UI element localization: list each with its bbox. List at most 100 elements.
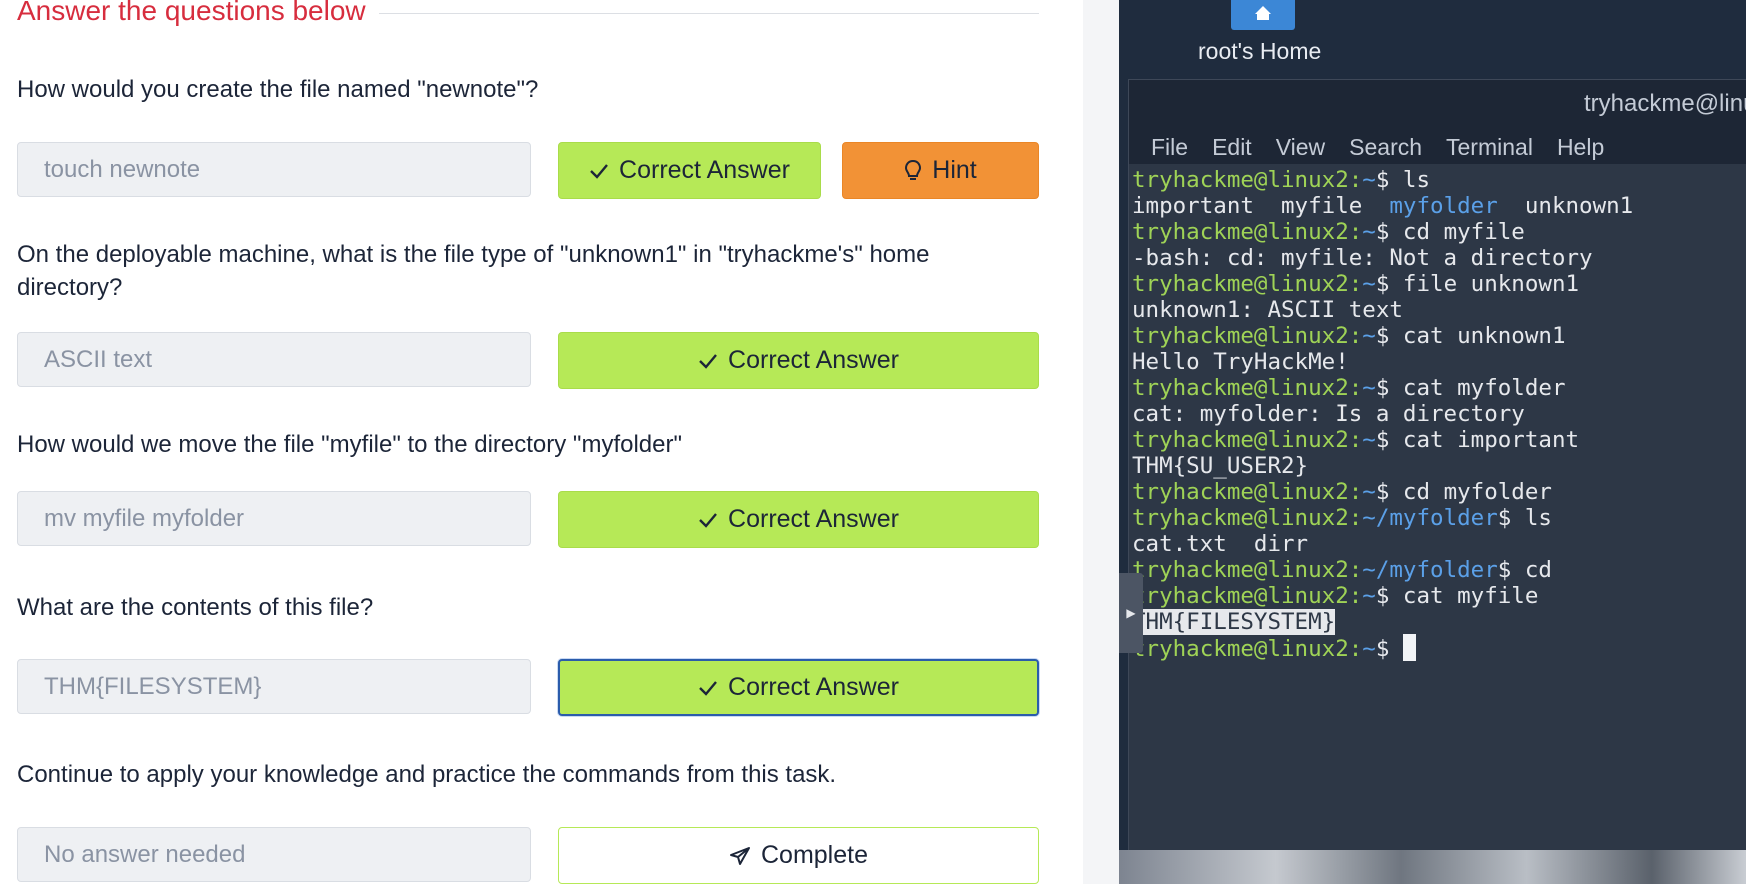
prompt-separator: :: [1348, 636, 1363, 662]
terminal-line: tryhackme@linux2:~$ file unknown1: [1132, 270, 1579, 299]
terminal-line: Hello TryHackMe!: [1132, 348, 1349, 377]
home-folder-icon[interactable]: [1231, 0, 1295, 30]
question-2-correct-answer-button[interactable]: Correct Answer: [558, 332, 1039, 389]
question-4-text: What are the contents of this file?: [17, 594, 374, 621]
terminal-command: cd myfile: [1389, 219, 1525, 245]
terminal-titlebar[interactable]: tryhackme@linux2: ~: [1129, 80, 1746, 126]
prompt-user: tryhackme@linux2: [1132, 375, 1349, 401]
menu-terminal[interactable]: Terminal: [1434, 126, 1545, 164]
prompt-separator: :: [1348, 583, 1363, 609]
prompt-separator: :: [1348, 505, 1363, 531]
ls-directory-entry: myfolder: [1389, 193, 1498, 219]
terminal-output-text: cat: myfolder: Is a directory: [1132, 401, 1525, 427]
question-5-answer-field[interactable]: No answer needed: [17, 827, 531, 882]
prompt-dollar: $: [1375, 271, 1390, 297]
prompt-user: tryhackme@linux2: [1132, 427, 1349, 453]
hint-label: Hint: [932, 156, 977, 184]
terminal-output[interactable]: tryhackme@linux2:~$ ls important myfile m…: [1129, 164, 1746, 854]
terminal-line: -bash: cd: myfile: Not a directory: [1132, 244, 1593, 273]
terminal-line: tryhackme@linux2:~$ ls: [1132, 166, 1430, 195]
terminal-line: tryhackme@linux2:~/myfolder$ ls: [1132, 504, 1552, 533]
prompt-dollar: $: [1375, 636, 1390, 662]
remote-desktop[interactable]: root's Home tryhackme@linux2: ~ File Edi…: [1119, 0, 1746, 884]
question-3-answer-field[interactable]: mv myfile myfolder: [17, 491, 531, 546]
question-2-text: On the deployable machine, what is the f…: [17, 241, 930, 301]
prompt-path: ~: [1362, 323, 1376, 349]
complete-button[interactable]: Complete: [558, 827, 1039, 884]
ls-file-entry: unknown1: [1497, 193, 1634, 219]
question-1-correct-answer-button[interactable]: Correct Answer: [558, 142, 821, 199]
question-5-text: Continue to apply your knowledge and pra…: [17, 761, 837, 788]
prompt-separator: :: [1348, 271, 1363, 297]
prompt-dollar: $: [1375, 219, 1390, 245]
terminal-line: tryhackme@linux2:~$ cat myfile: [1132, 582, 1538, 611]
terminal-line: tryhackme@linux2:~$ cat unknown1: [1132, 322, 1566, 351]
section-heading: Answer the questions below: [17, 0, 366, 26]
home-folder-label[interactable]: root's Home: [1198, 38, 1321, 65]
terminal-command: cat myfolder: [1389, 375, 1566, 401]
prompt-dollar: $: [1375, 583, 1390, 609]
terminal-command: [1389, 636, 1403, 662]
prompt-path: ~: [1362, 583, 1376, 609]
terminal-command: cat important: [1389, 427, 1580, 453]
terminal-line: THM{SU_USER2}: [1132, 452, 1308, 481]
question-4-correct-answer-button[interactable]: Correct Answer: [558, 659, 1039, 716]
ls-file-entry: important myfile: [1132, 193, 1390, 219]
prompt-path: ~: [1362, 479, 1376, 505]
terminal-line: tryhackme@linux2:~$: [1132, 634, 1416, 663]
terminal-command: ls: [1511, 505, 1552, 531]
question-4-answer-field[interactable]: THM{FILESYSTEM}: [17, 659, 531, 714]
terminal-command: cd myfolder: [1389, 479, 1552, 505]
question-3-correct-answer-button[interactable]: Correct Answer: [558, 491, 1039, 548]
prompt-path: ~: [1362, 271, 1376, 297]
terminal-title: tryhackme@linux2: ~: [1584, 90, 1746, 117]
question-1-button-label: Correct Answer: [619, 156, 790, 184]
prompt-path: ~: [1362, 167, 1376, 193]
menu-view[interactable]: View: [1264, 126, 1337, 164]
prompt-user: tryhackme@linux2: [1132, 479, 1349, 505]
terminal-command: cd: [1511, 557, 1552, 583]
terminal-line: unknown1: ASCII text: [1132, 296, 1403, 325]
terminal-command: cat unknown1: [1389, 323, 1566, 349]
terminal-line: THM{FILESYSTEM}: [1132, 608, 1336, 637]
terminal-window[interactable]: tryhackme@linux2: ~ File Edit View Searc…: [1128, 79, 1746, 855]
prompt-separator: :: [1348, 167, 1363, 193]
prompt-separator: :: [1348, 323, 1363, 349]
heading-divider: [379, 13, 1039, 14]
prompt-user: tryhackme@linux2: [1132, 557, 1349, 583]
terminal-line: tryhackme@linux2:~$ cd myfile: [1132, 218, 1525, 247]
prompt-user: tryhackme@linux2: [1132, 323, 1349, 349]
terminal-line: tryhackme@linux2:~$ cat myfolder: [1132, 374, 1566, 403]
check-icon: [589, 163, 609, 179]
prompt-user: tryhackme@linux2: [1132, 636, 1349, 662]
sidebar-toggle-handle[interactable]: ▶: [1119, 573, 1143, 653]
question-3-button-label: Correct Answer: [728, 505, 899, 533]
question-1-hint-button[interactable]: Hint: [842, 142, 1039, 199]
terminal-output-text: cat.txt dirr: [1132, 531, 1309, 557]
question-1-answer-field[interactable]: touch newnote: [17, 142, 531, 197]
menu-file[interactable]: File: [1139, 126, 1200, 164]
question-1-text: How would you create the file named "new…: [17, 76, 539, 103]
menu-search[interactable]: Search: [1337, 126, 1434, 164]
question-2-answer-field[interactable]: ASCII text: [17, 332, 531, 387]
menu-edit[interactable]: Edit: [1200, 126, 1264, 164]
questions-panel: Answer the questions below How would you…: [0, 0, 1083, 884]
prompt-user: tryhackme@linux2: [1132, 167, 1349, 193]
prompt-path: ~/myfolder: [1362, 557, 1498, 583]
check-icon: [698, 353, 718, 369]
prompt-dollar: $: [1375, 427, 1390, 453]
prompt-path: ~: [1362, 427, 1376, 453]
panel-gutter: [1083, 0, 1119, 884]
terminal-line: cat.txt dirr: [1132, 530, 1308, 559]
prompt-user: tryhackme@linux2: [1132, 271, 1349, 297]
prompt-separator: :: [1348, 375, 1363, 401]
question-2-button-label: Correct Answer: [728, 346, 899, 374]
prompt-user: tryhackme@linux2: [1132, 505, 1349, 531]
menu-help[interactable]: Help: [1545, 126, 1616, 164]
prompt-separator: :: [1348, 219, 1363, 245]
terminal-menubar: File Edit View Search Terminal Help: [1129, 126, 1746, 164]
terminal-command: ls: [1389, 167, 1431, 193]
prompt-separator: :: [1348, 427, 1363, 453]
terminal-line: tryhackme@linux2:~$ cd myfolder: [1132, 478, 1552, 507]
prompt-user: tryhackme@linux2: [1132, 219, 1349, 245]
